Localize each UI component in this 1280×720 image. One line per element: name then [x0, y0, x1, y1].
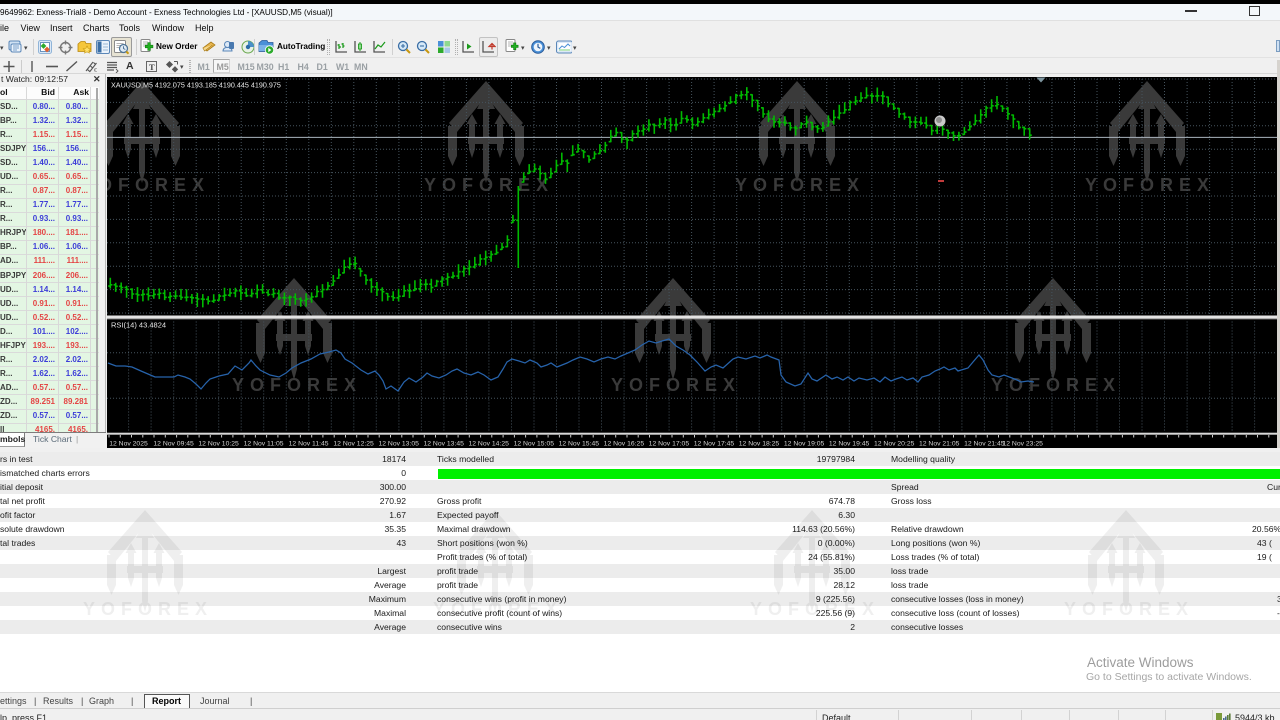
svg-text:RSI(14) 43.4824: RSI(14) 43.4824: [111, 321, 166, 330]
svg-text:12 Nov 15:45: 12 Nov 15:45: [559, 441, 600, 448]
svg-text:YOFOREX: YOFOREX: [232, 375, 362, 395]
svg-text:YOFOREX: YOFOREX: [1085, 175, 1215, 195]
svg-text:12 Nov 13:05: 12 Nov 13:05: [378, 441, 419, 448]
svg-text:12 Nov 21:05: 12 Nov 21:05: [919, 441, 960, 448]
svg-text:12 Nov 12:25: 12 Nov 12:25: [333, 441, 374, 448]
svg-text:T: T: [149, 62, 155, 72]
svg-text:12 Nov 17:45: 12 Nov 17:45: [694, 441, 735, 448]
svg-text:YOFOREX: YOFOREX: [611, 375, 741, 395]
svg-text:12 Nov 21:45: 12 Nov 21:45: [964, 441, 1005, 448]
svg-text:12 Nov 2025: 12 Nov 2025: [109, 441, 148, 448]
svg-text:12 Nov 16:25: 12 Nov 16:25: [604, 441, 645, 448]
svg-text:12 Nov 19:05: 12 Nov 19:05: [784, 441, 825, 448]
svg-text:YOFOREX: YOFOREX: [735, 175, 865, 195]
svg-text:12 Nov 13:45: 12 Nov 13:45: [423, 441, 464, 448]
svg-text:12 Nov 11:05: 12 Nov 11:05: [244, 441, 284, 448]
svg-text:12 Nov 17:05: 12 Nov 17:05: [649, 441, 690, 448]
svg-text:€: €: [94, 68, 97, 73]
svg-text:12 Nov 09:45: 12 Nov 09:45: [153, 441, 194, 448]
svg-text:12 Nov 20:25: 12 Nov 20:25: [874, 441, 915, 448]
svg-text:12 Nov 14:25: 12 Nov 14:25: [468, 441, 509, 448]
svg-text:12 Nov 19:45: 12 Nov 19:45: [829, 441, 870, 448]
svg-text:12 Nov 10:25: 12 Nov 10:25: [198, 441, 239, 448]
svg-text:12 Nov 11:45: 12 Nov 11:45: [289, 441, 329, 448]
svg-text:12 Nov 23:25: 12 Nov 23:25: [1002, 441, 1043, 448]
svg-text:12 Nov 15:05: 12 Nov 15:05: [514, 441, 555, 448]
svg-text:YOFOREX: YOFOREX: [107, 175, 210, 195]
svg-text:XAUUSD,M5 4192.075 4193.185 4: XAUUSD,M5 4192.075 4193.185 4190.445 419…: [111, 81, 281, 90]
svg-text:12 Nov 18:25: 12 Nov 18:25: [739, 441, 780, 448]
